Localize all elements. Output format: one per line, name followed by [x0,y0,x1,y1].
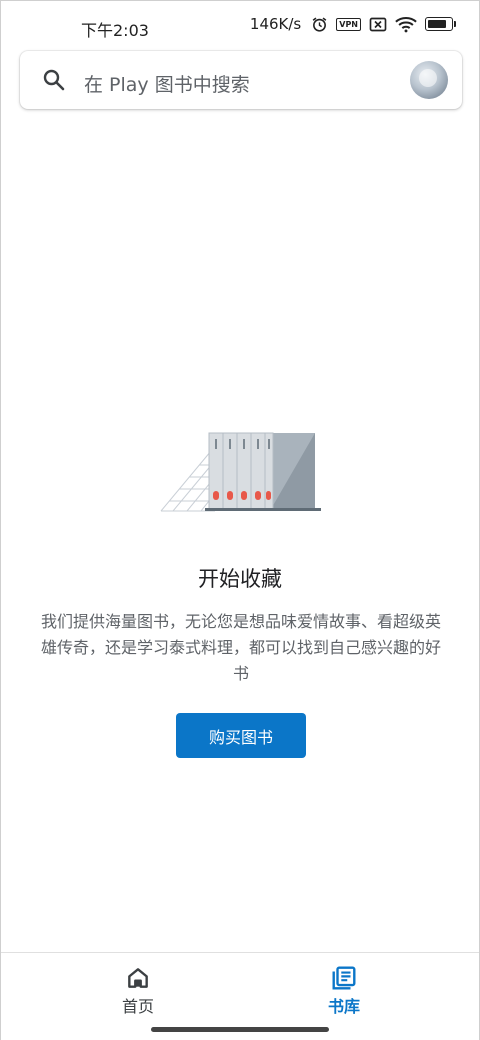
home-icon [125,965,151,991]
search-bar[interactable]: 在 Play 图书中搜索 [20,51,462,109]
sim-off-icon [369,17,387,32]
search-input[interactable]: 在 Play 图书中搜索 [84,70,250,97]
library-icon [331,965,357,991]
nav-label-home: 首页 [121,997,154,1016]
empty-state-description: 我们提供海量图书，无论您是想品味爱情故事、看超级英雄传奇，还是学习泰式料理，都可… [40,612,441,683]
wifi-icon [395,16,417,33]
empty-library-illustration [159,429,323,515]
nav-item-home[interactable]: 首页 [98,965,178,1017]
nav-label-library: 书库 [327,997,360,1016]
search-icon[interactable] [42,68,66,92]
buy-books-button[interactable]: 购买图书 [176,713,306,758]
empty-state-title: 开始收藏 [198,567,282,591]
app-screen: 下午2:03 146K/s VPN 在 Play 图书中搜索 开始收藏 我们提供… [0,0,480,1040]
status-icons: 146K/s VPN [249,15,456,33]
battery-icon [425,17,456,31]
status-bar: 下午2:03 146K/s VPN [1,1,479,51]
home-indicator[interactable] [151,1027,329,1032]
nav-item-library[interactable]: 书库 [304,965,384,1017]
alarm-icon [311,16,328,33]
vpn-icon: VPN [336,17,361,31]
status-time: 下午2:03 [81,21,149,40]
net-speed: 146K/s [249,15,302,33]
avatar[interactable] [410,61,448,99]
